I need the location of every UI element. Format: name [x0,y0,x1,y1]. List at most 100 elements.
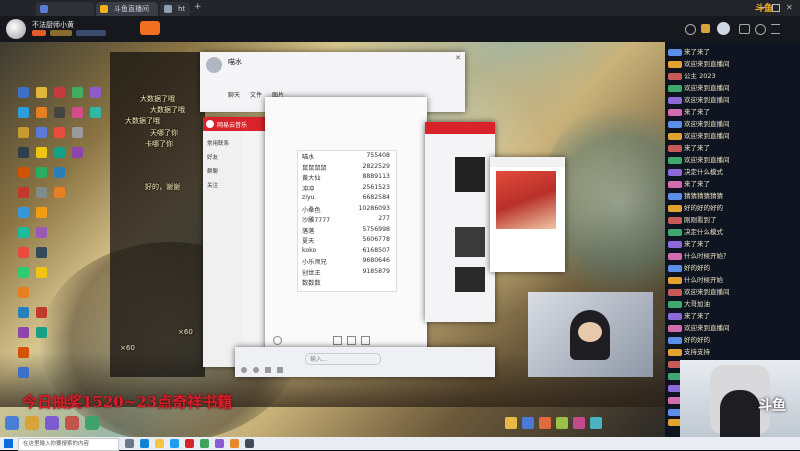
desktop-icon[interactable] [18,187,29,198]
desktop-icon[interactable] [54,147,65,158]
desktop-icon[interactable] [18,127,29,138]
app-icon[interactable] [65,416,79,430]
streamer-avatar[interactable] [6,19,26,39]
maximize-icon[interactable] [772,4,780,12]
desktop-icon[interactable] [18,107,29,118]
gift-icon[interactable] [556,417,568,429]
app-icon[interactable] [245,439,254,448]
user-avatar[interactable] [717,22,730,35]
desktop-icon[interactable] [36,187,47,198]
app-icon[interactable] [85,416,99,430]
desktop-icon[interactable] [18,367,29,378]
desktop-icon[interactable] [18,307,29,318]
desktop-icon[interactable] [72,87,83,98]
follow-button[interactable] [140,21,160,35]
gift-icon[interactable] [539,417,551,429]
emoji-icon[interactable] [273,336,282,345]
close-icon[interactable]: ✕ [786,3,793,12]
desktop-icon[interactable] [90,87,101,98]
app-icon[interactable] [215,439,224,448]
netease-nav-item[interactable]: 群聊 [207,167,218,175]
desktop-icon[interactable] [72,107,83,118]
folder-icon[interactable] [155,439,164,448]
desktop-icon[interactable] [18,287,29,298]
poster-window[interactable] [490,157,565,272]
desktop-icon[interactable] [18,327,29,338]
app-icon[interactable] [200,439,209,448]
qq-tab-chat[interactable]: 聊天 [228,90,240,99]
desktop-icon[interactable] [36,87,47,98]
gift-icon[interactable] [590,417,602,429]
chat-input-bar[interactable]: 输入... [235,347,495,377]
desktop-icon[interactable] [18,207,29,218]
qq-icon[interactable] [170,439,179,448]
netease-nav-item[interactable]: 关注 [207,181,218,189]
desktop-icon[interactable] [36,227,47,238]
app-icon[interactable] [230,439,239,448]
site-logo[interactable]: 斗鱼 [755,1,773,14]
menu-icon[interactable] [771,24,780,34]
start-icon[interactable] [4,439,13,448]
desktop-icon[interactable] [18,347,29,358]
emoji-icon[interactable] [253,367,259,373]
secondary-chat-window[interactable] [425,122,495,322]
app-icon[interactable] [5,416,19,430]
history-icon[interactable] [685,24,696,35]
folder-icon[interactable] [361,336,370,345]
desktop-icon[interactable] [18,267,29,278]
taskbar-search-input[interactable]: 在这里输入你要搜索的内容 [18,438,119,451]
image-icon[interactable] [265,367,271,373]
gift-icon[interactable] [701,24,710,33]
gift-icon[interactable] [505,417,517,429]
desktop-icon[interactable] [36,107,47,118]
gift-icon[interactable] [522,417,534,429]
qq-close-icon[interactable]: ✕ [455,54,461,62]
browser-tab-active[interactable]: 斗鱼直播间 [96,2,158,16]
desktop-icon[interactable] [18,147,29,158]
music-icon[interactable] [185,439,194,448]
stream-video[interactable]: 大数据了哦 大数据了哦 大数据了哦 天哪了你 卡哪了你 好的，谢谢 ×60 ×6… [0,42,665,437]
desktop-icon[interactable] [54,167,65,178]
desktop-icon[interactable] [18,247,29,258]
netease-music-window[interactable]: 网易云音乐 常用联系 好友 群聊 关注 [203,117,268,367]
desktop-icon[interactable] [36,307,47,318]
desktop-icon[interactable] [36,327,47,338]
desktop-icon[interactable] [54,127,65,138]
browser-tab[interactable]: ht [160,2,190,16]
streamer-name[interactable]: 不法厨师小黄 [32,20,74,30]
desktop-icon[interactable] [18,227,29,238]
desktop-icon[interactable] [90,107,101,118]
leaderboard-window[interactable]: 喵水 755408 鼠鼠鼠鼠 2822529 黄大仙 8889113 冲冲 256152… [265,97,427,359]
desktop-icon[interactable] [36,147,47,158]
settings-icon[interactable] [755,24,766,35]
message-icon[interactable] [739,24,750,34]
netease-nav-item[interactable]: 好友 [207,153,218,161]
app-icon[interactable] [45,416,59,430]
desktop-icon[interactable] [18,167,29,178]
app-icon[interactable] [25,416,39,430]
new-tab-button[interactable]: + [194,2,202,12]
desktop-icon[interactable] [36,167,47,178]
voice-icon[interactable] [241,367,247,373]
desktop-icon[interactable] [54,87,65,98]
scissors-icon[interactable] [333,336,342,345]
desktop-icon[interactable] [36,127,47,138]
camera-icon[interactable] [277,367,283,373]
chat-input[interactable]: 输入... [305,353,381,365]
browser-icon[interactable] [140,439,149,448]
desktop-icon[interactable] [36,267,47,278]
qq-avatar[interactable] [206,57,222,73]
desktop-icon[interactable] [54,107,65,118]
qq-tab-files[interactable]: 文件 [250,90,262,99]
desktop-icon[interactable] [72,147,83,158]
desktop-icon[interactable] [36,207,47,218]
gift-icon[interactable] [573,417,585,429]
image-icon[interactable] [347,336,356,345]
desktop-icon[interactable] [72,127,83,138]
desktop-icon[interactable] [18,87,29,98]
task-view-icon[interactable] [125,439,134,448]
netease-nav-item[interactable]: 常用联系 [207,139,229,147]
camera-feed-window[interactable] [528,292,653,377]
desktop-icon[interactable] [54,187,65,198]
browser-tab[interactable] [36,2,94,16]
